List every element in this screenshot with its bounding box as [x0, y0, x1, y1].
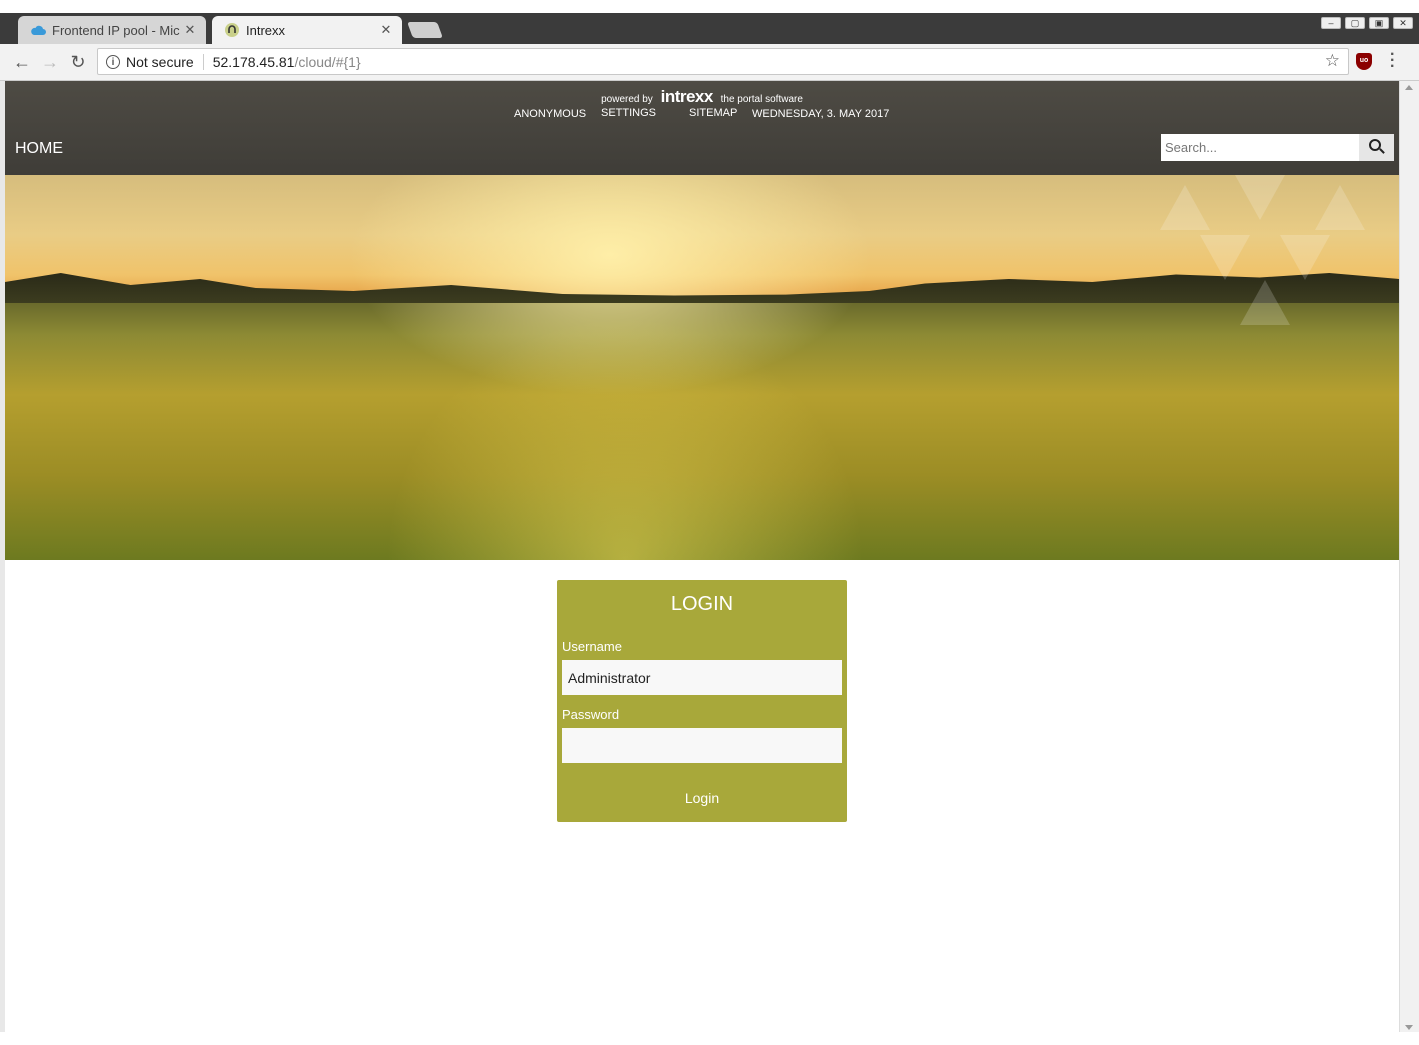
login-panel: LOGIN Username Password Login	[557, 580, 847, 822]
close-window-icon[interactable]: ✕	[1393, 17, 1413, 29]
password-label: Password	[562, 707, 620, 722]
address-bar[interactable]: i Not secure 52.178.45.81 /cloud/#{1} ☆	[97, 48, 1349, 75]
ublock-extension-icon[interactable]: uo	[1356, 53, 1372, 70]
search-input[interactable]	[1161, 134, 1359, 161]
url-path: /cloud/#{1}	[294, 53, 361, 70]
divider	[202, 53, 204, 70]
tab-title: Frontend IP pool - Mic	[52, 22, 180, 38]
browser-tab-intrexx[interactable]: Intrexx ✕	[212, 16, 402, 44]
top-strip	[0, 0, 1419, 13]
password-field[interactable]	[562, 728, 842, 763]
page-scrollbar[interactable]	[1399, 81, 1419, 1032]
hero-banner-image	[5, 175, 1399, 560]
tab-title: Intrexx	[246, 22, 286, 38]
current-date: WEDNESDAY, 3. MAY 2017	[752, 108, 890, 120]
treeline	[5, 273, 1399, 303]
forward-arrow-icon[interactable]: →	[40, 52, 60, 72]
intrexx-favicon-icon	[224, 22, 240, 38]
anonymous-user-link[interactable]: ANONYMOUS	[514, 108, 586, 120]
scroll-down-arrow-icon[interactable]	[1405, 1025, 1413, 1030]
minimize-icon[interactable]: –	[1321, 17, 1341, 29]
url-host: 52.178.45.81	[212, 53, 295, 70]
login-title: LOGIN	[670, 593, 734, 615]
security-label: Not secure	[126, 53, 194, 70]
restore-icon[interactable]: ▣	[1369, 17, 1389, 29]
home-nav-link[interactable]: HOME	[15, 140, 63, 158]
username-label: Username	[562, 639, 622, 654]
powered-by-banner: powered by intrexx the portal software	[5, 87, 1399, 107]
browser-toolbar: ← → ↻ i Not secure 52.178.45.81 /cloud/#…	[0, 44, 1419, 81]
cloud-icon	[30, 22, 46, 38]
bookmark-star-icon[interactable]: ☆	[1325, 51, 1340, 71]
intrexx-logo: intrexx	[660, 87, 714, 106]
search-button[interactable]	[1359, 134, 1394, 161]
login-button[interactable]: Login	[557, 790, 847, 806]
reload-icon[interactable]: ↻	[68, 52, 88, 72]
username-field[interactable]	[562, 660, 842, 695]
browser-menu-icon[interactable]: · · ·	[1390, 47, 1395, 75]
settings-link[interactable]: SETTINGS	[601, 107, 656, 119]
tab-close-icon[interactable]: ✕	[182, 22, 198, 38]
maximize-icon[interactable]: ▢	[1345, 17, 1365, 29]
sitemap-link[interactable]: SITEMAP	[689, 107, 737, 119]
powered-by-text: powered by	[601, 94, 653, 105]
info-icon[interactable]: i	[106, 54, 120, 69]
tab-close-icon[interactable]: ✕	[378, 22, 394, 38]
new-tab-button[interactable]	[407, 22, 443, 38]
tagline: the portal software	[720, 94, 803, 105]
window-controls: – ▢ ▣ ✕	[1321, 17, 1413, 29]
back-arrow-icon[interactable]: ←	[12, 52, 32, 72]
browser-tab-frontend-ip-pool[interactable]: Frontend IP pool - Mic ✕	[18, 16, 206, 44]
scroll-up-arrow-icon[interactable]	[1405, 85, 1413, 90]
portal-header: powered by intrexx the portal software A…	[5, 81, 1399, 175]
